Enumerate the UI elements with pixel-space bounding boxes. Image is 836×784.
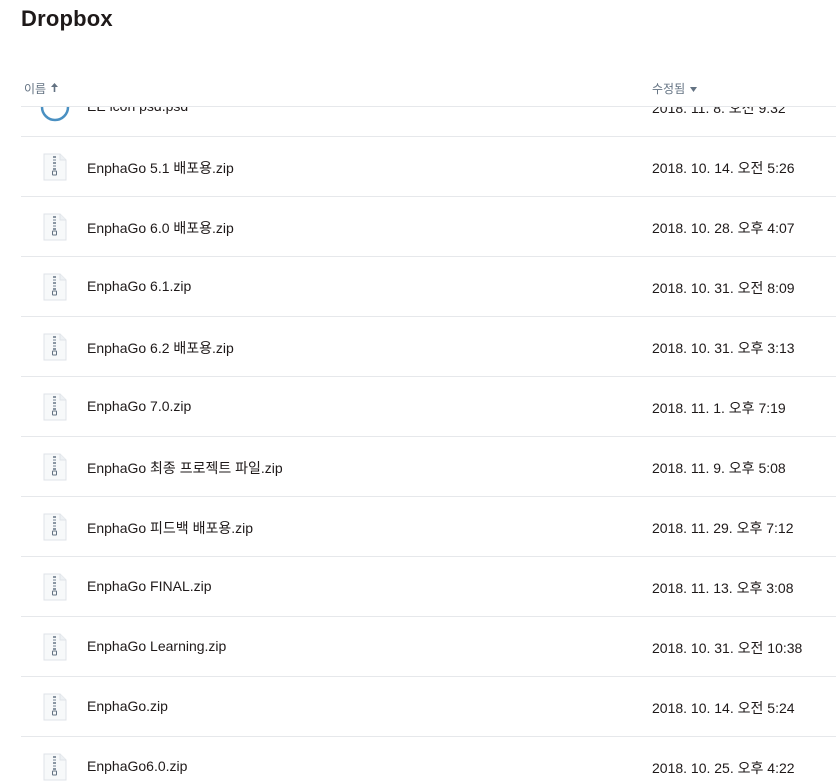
column-header-modified[interactable]: 수정됨: [652, 80, 698, 97]
file-name[interactable]: EnphaGo 최종 프로젝트 파일.zip: [87, 458, 283, 478]
file-row[interactable]: EnphaGo 최종 프로젝트 파일.zip 2018. 11. 9. 오후 5:…: [21, 437, 836, 497]
file-row[interactable]: EnphaGo 피드백 배포용.zip 2018. 11. 29. 오후 7:12: [21, 497, 836, 557]
file-modified-date: 2018. 11. 8. 오전 9:32: [652, 107, 786, 116]
file-name[interactable]: EnphaGo 5.1 배포용.zip: [87, 158, 234, 178]
zip-file-icon: [43, 513, 67, 541]
file-row[interactable]: EnphaGo.zip 2018. 10. 14. 오전 5:24: [21, 677, 836, 737]
file-row[interactable]: EnphaGo 6.0 배포용.zip 2018. 10. 28. 오후 4:07: [21, 197, 836, 257]
file-row[interactable]: EnphaGo6.0.zip 2018. 10. 25. 오후 4:22: [21, 737, 836, 784]
file-name[interactable]: EE icon psd.psd: [87, 107, 188, 114]
file-name[interactable]: EnphaGo 6.2 배포용.zip: [87, 338, 234, 358]
file-name[interactable]: EnphaGo 6.0 배포용.zip: [87, 218, 234, 238]
file-name[interactable]: EnphaGo 7.0.zip: [87, 398, 191, 414]
file-row[interactable]: EnphaGo 5.1 배포용.zip 2018. 10. 14. 오전 5:26: [21, 137, 836, 197]
file-row[interactable]: EnphaGo Learning.zip 2018. 10. 31. 오전 10:…: [21, 617, 836, 677]
file-row[interactable]: EE icon psd.psd 2018. 11. 8. 오전 9:32: [21, 107, 836, 137]
zip-file-icon: [43, 633, 67, 661]
zip-file-icon: [43, 693, 67, 721]
arrow-up-icon: [51, 83, 59, 94]
file-rows: EE icon psd.psd 2018. 11. 8. 오전 9:32 Enpha…: [21, 107, 836, 784]
file-modified-date: 2018. 10. 31. 오후 3:13: [652, 340, 795, 356]
file-modified-date: 2018. 10. 31. 오전 10:38: [652, 640, 803, 656]
loading-spinner-icon: [39, 107, 71, 123]
file-name[interactable]: EnphaGo FINAL.zip: [87, 578, 212, 594]
zip-file-icon: [43, 453, 67, 481]
file-name[interactable]: EnphaGo.zip: [87, 698, 168, 714]
file-row[interactable]: EnphaGo 6.2 배포용.zip 2018. 10. 31. 오후 3:13: [21, 317, 836, 377]
zip-file-icon: [43, 753, 67, 781]
file-modified-date: 2018. 11. 9. 오후 5:08: [652, 460, 786, 476]
zip-file-icon: [43, 153, 67, 181]
column-header-name-label: 이름: [24, 82, 47, 96]
file-name[interactable]: EnphaGo 6.1.zip: [87, 278, 191, 294]
zip-file-icon: [43, 393, 67, 421]
file-modified-date: 2018. 11. 29. 오후 7:12: [652, 520, 794, 536]
file-row[interactable]: EnphaGo 7.0.zip 2018. 11. 1. 오후 7:19: [21, 377, 836, 437]
page-title: Dropbox: [21, 6, 113, 31]
file-modified-date: 2018. 10. 28. 오후 4:07: [652, 220, 795, 236]
dropbox-page: Dropbox 이름 수정됨 EE icon psd.psd 2018. 11. …: [0, 0, 836, 784]
file-list-header: 이름 수정됨: [21, 72, 836, 107]
file-modified-date: 2018. 10. 25. 오후 4:22: [652, 760, 795, 776]
file-modified-date: 2018. 10. 31. 오전 8:09: [652, 280, 795, 296]
zip-file-icon: [43, 273, 67, 301]
file-list: EE icon psd.psd 2018. 11. 8. 오전 9:32 Enpha…: [21, 107, 836, 784]
file-name[interactable]: EnphaGo6.0.zip: [87, 758, 187, 774]
file-modified-date: 2018. 11. 1. 오후 7:19: [652, 400, 786, 416]
file-row[interactable]: EnphaGo 6.1.zip 2018. 10. 31. 오전 8:09: [21, 257, 836, 317]
column-header-modified-label: 수정됨: [652, 82, 686, 96]
file-row[interactable]: EnphaGo FINAL.zip 2018. 11. 13. 오후 3:08: [21, 557, 836, 617]
file-name[interactable]: EnphaGo Learning.zip: [87, 638, 226, 654]
zip-file-icon: [43, 333, 67, 361]
column-header-name[interactable]: 이름: [24, 80, 59, 97]
file-modified-date: 2018. 10. 14. 오전 5:26: [652, 160, 795, 176]
file-modified-date: 2018. 10. 14. 오전 5:24: [652, 700, 795, 716]
caret-down-icon: [690, 84, 698, 94]
file-modified-date: 2018. 11. 13. 오후 3:08: [652, 580, 794, 596]
zip-file-icon: [43, 573, 67, 601]
zip-file-icon: [43, 213, 67, 241]
file-name[interactable]: EnphaGo 피드백 배포용.zip: [87, 518, 253, 538]
